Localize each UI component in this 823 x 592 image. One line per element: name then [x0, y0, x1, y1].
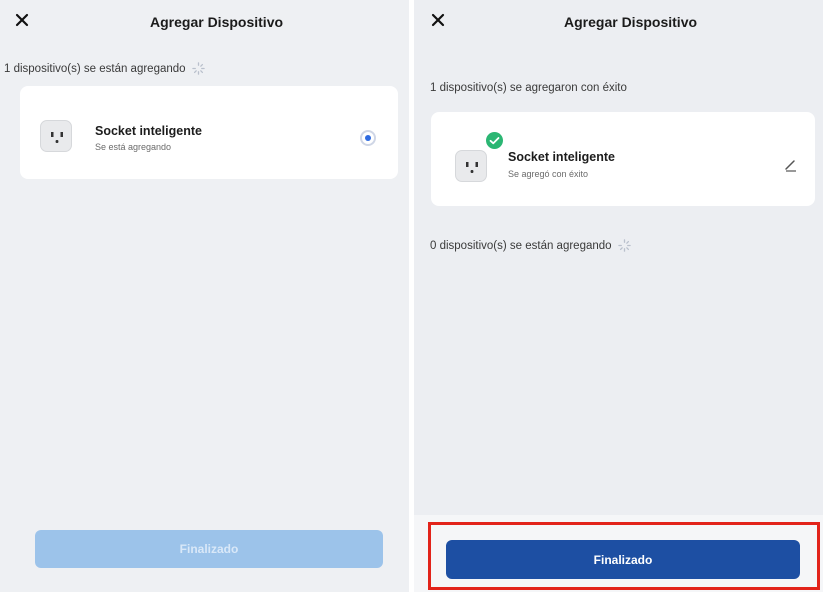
adding-status: 1 dispositivo(s) se están agregando — [4, 62, 205, 75]
device-status: Se está agregando — [95, 142, 172, 152]
finish-button-disabled[interactable]: Finalizado — [35, 530, 383, 568]
device-card[interactable]: Socket inteligente Se agregó con éxito — [431, 112, 815, 206]
loading-spinner-icon — [617, 239, 631, 252]
device-status: Se agregó con éxito — [508, 169, 589, 179]
close-icon — [431, 13, 445, 27]
finish-button[interactable]: Finalizado — [446, 540, 800, 579]
device-select-radio[interactable] — [360, 130, 376, 146]
pending-status-text: 0 dispositivo(s) se están agregando — [430, 239, 612, 252]
device-name: Socket inteligente — [95, 124, 202, 138]
page-title: Agregar Dispositivo — [150, 14, 284, 30]
adding-status-text: 1 dispositivo(s) se están agregando — [4, 62, 186, 75]
smart-plug-icon — [40, 120, 72, 152]
success-check-icon — [486, 132, 503, 149]
loading-spinner-icon — [191, 62, 205, 75]
added-screen: Agregar Dispositivo 1 dispositivo(s) se … — [414, 0, 823, 592]
close-button[interactable] — [428, 10, 448, 30]
close-button[interactable] — [12, 10, 32, 30]
device-card[interactable]: Socket inteligente Se está agregando — [20, 86, 398, 179]
device-name: Socket inteligente — [508, 150, 615, 164]
smart-plug-icon — [455, 150, 487, 182]
edit-icon[interactable] — [783, 157, 799, 173]
pending-status: 0 dispositivo(s) se están agregando — [430, 239, 631, 252]
close-icon — [15, 13, 29, 27]
adding-screen: Agregar Dispositivo 1 dispositivo(s) se … — [0, 0, 409, 592]
page-title: Agregar Dispositivo — [564, 14, 698, 30]
success-status-text: 1 dispositivo(s) se agregaron con éxito — [430, 82, 627, 94]
success-status: 1 dispositivo(s) se agregaron con éxito — [430, 82, 627, 94]
